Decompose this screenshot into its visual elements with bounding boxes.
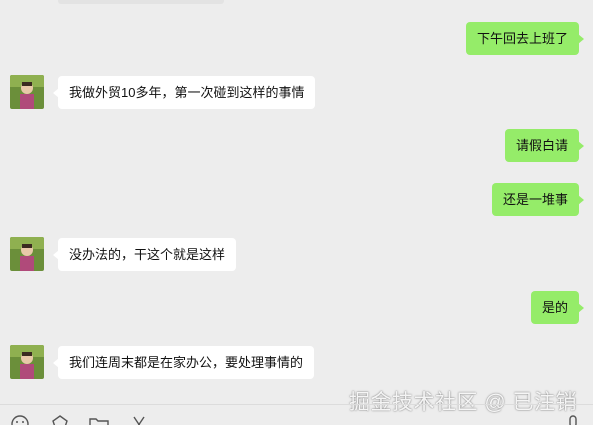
- message-bubble-sent[interactable]: 还是一堆事: [491, 183, 585, 216]
- avatar[interactable]: [10, 237, 44, 271]
- chat-window: 下午回去上班了 我做外贸10多年，第一次碰到这样的事情 请假白请 还是一堆事 没…: [0, 0, 593, 425]
- message-sent: 是的: [530, 291, 585, 324]
- message-received: 我做外贸10多年，第一次碰到这样的事情: [10, 75, 316, 109]
- avatar[interactable]: [10, 345, 44, 379]
- message-bubble-received[interactable]: 没办法的，干这个就是这样: [52, 238, 237, 271]
- avatar-photo-icon: [10, 75, 44, 109]
- avatar-photo-icon: [10, 345, 44, 379]
- message-received: 没办法的，干这个就是这样: [10, 237, 237, 271]
- message-bubble-sent[interactable]: 是的: [530, 291, 585, 324]
- message-bubble-sent[interactable]: 请假白请: [504, 129, 585, 162]
- watermark: 掘金技术社区 @ 已注销: [349, 391, 577, 414]
- toolbar-divider: [0, 404, 593, 405]
- message-bubble-received[interactable]: 我做外贸10多年，第一次碰到这样的事情: [52, 76, 316, 109]
- microphone-icon[interactable]: [562, 413, 584, 425]
- message-bubble-received[interactable]: 我们连周末都是在家办公，要处理事情的: [52, 346, 315, 379]
- favorites-icon[interactable]: [49, 413, 71, 425]
- emoji-icon[interactable]: [9, 413, 31, 425]
- message-sent: 还是一堆事: [491, 183, 585, 216]
- message-received: 我们连周末都是在家办公，要处理事情的: [10, 345, 315, 379]
- folder-icon[interactable]: [88, 413, 110, 425]
- avatar-photo-icon: [10, 237, 44, 271]
- scissors-icon[interactable]: [128, 413, 150, 425]
- message-bubble-sent[interactable]: 下午回去上班了: [465, 22, 585, 55]
- message-sent: 下午回去上班了: [465, 22, 585, 55]
- avatar[interactable]: [10, 75, 44, 109]
- previous-message-edge: [58, 0, 224, 4]
- message-sent: 请假白请: [504, 129, 585, 162]
